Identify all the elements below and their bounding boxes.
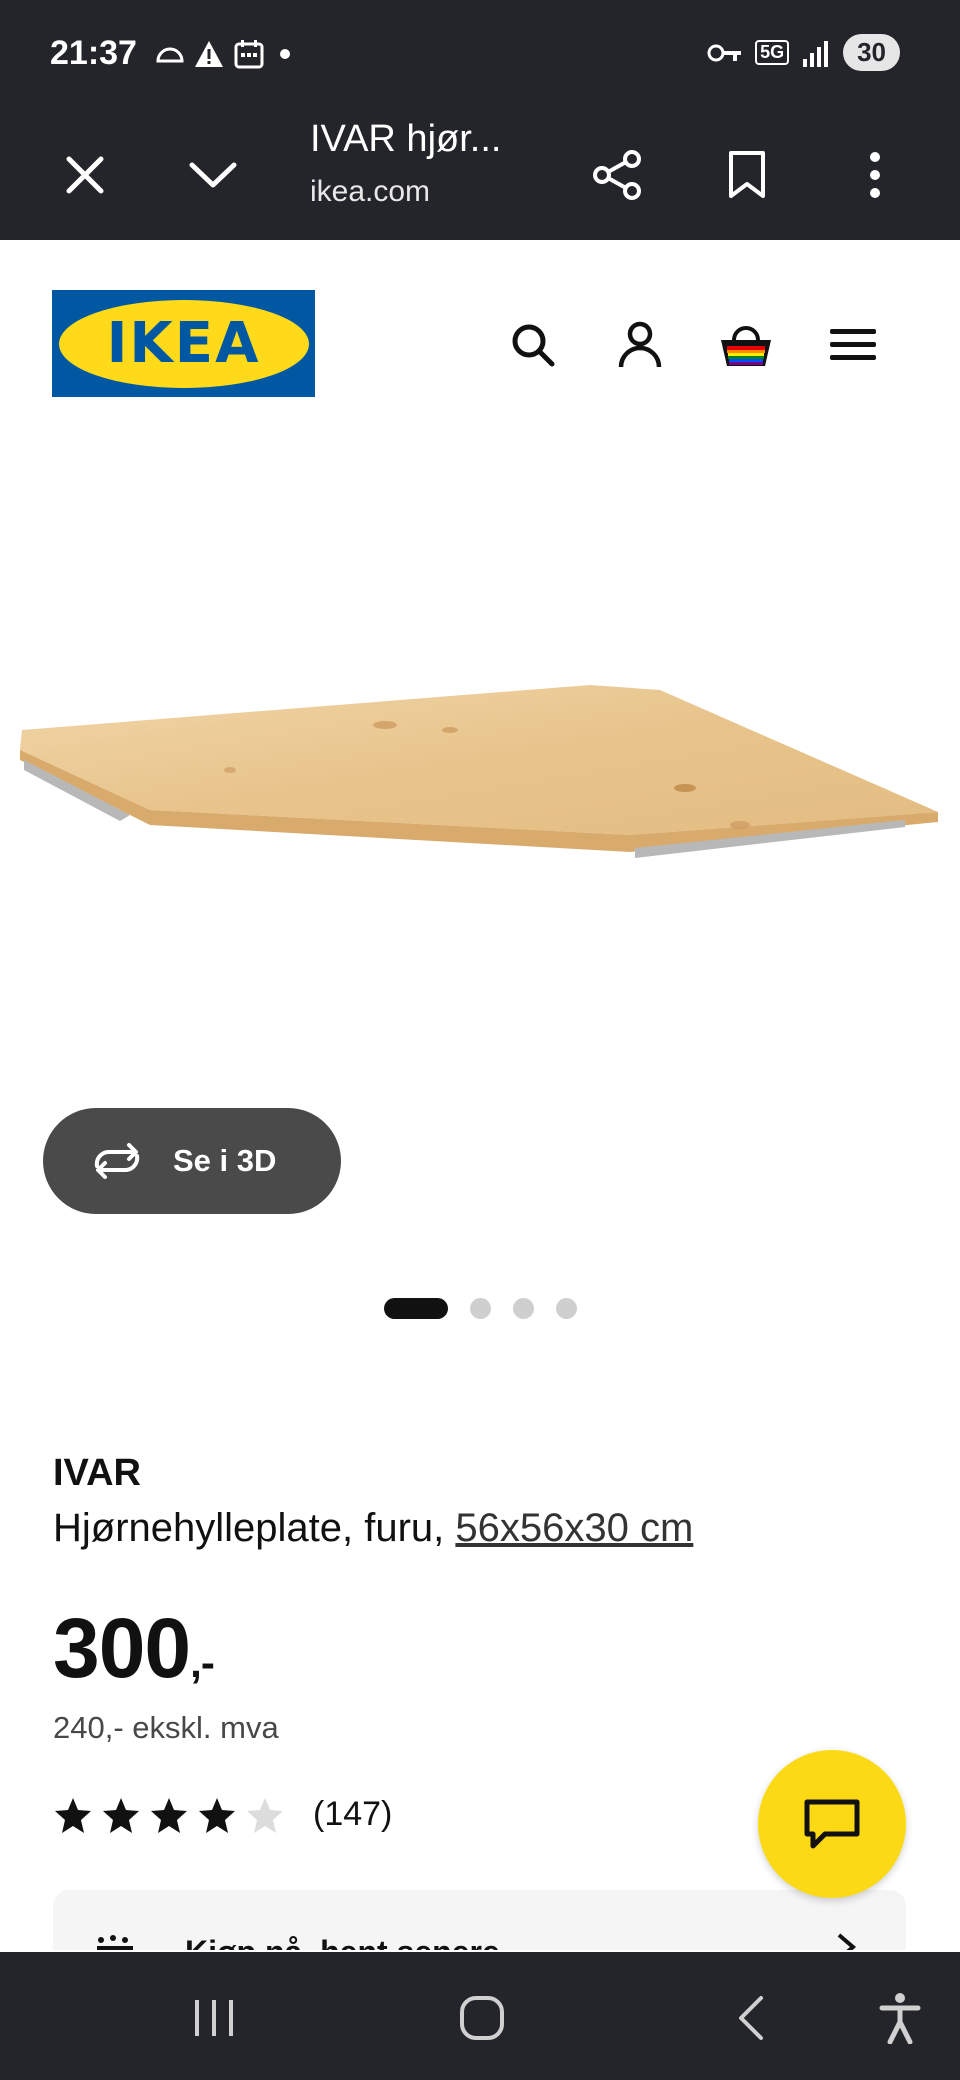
calendar-icon	[234, 40, 264, 69]
gallery-dot-2[interactable]	[470, 1298, 491, 1319]
star-filled-icon	[103, 1797, 139, 1833]
recent-apps-icon	[195, 2000, 233, 2036]
network-type: 5G	[755, 40, 790, 65]
account-button[interactable]	[610, 315, 670, 375]
home-icon	[460, 1996, 504, 2040]
accessibility-button[interactable]	[868, 1986, 932, 2050]
back-button[interactable]	[718, 1986, 782, 2050]
chat-bubble-icon	[804, 1799, 860, 1849]
product-dimensions-link[interactable]: 56x56x30 cm	[455, 1506, 693, 1550]
close-tab-button[interactable]	[50, 140, 120, 210]
gallery-dot-3[interactable]	[513, 1298, 534, 1319]
corner-shelf-illustration	[20, 685, 938, 858]
status-notification-icons	[155, 38, 293, 70]
chevron-down-icon	[189, 162, 237, 188]
user-icon	[618, 321, 662, 368]
bookmark-icon	[729, 151, 765, 198]
warning-icon	[195, 41, 223, 67]
status-right-icons: 5G 30	[707, 34, 900, 71]
rotate-3d-icon	[94, 1143, 140, 1179]
star-filled-icon	[199, 1797, 235, 1833]
menu-button[interactable]	[823, 315, 883, 375]
gallery-dot-4[interactable]	[556, 1298, 577, 1319]
product-type: Hjørnehylleplate, furu,	[53, 1506, 456, 1550]
price-suffix: ,-	[190, 1639, 215, 1686]
star-filled-icon	[151, 1797, 187, 1833]
status-bar: 21:37 5G 30	[0, 0, 960, 110]
system-navigation-bar	[0, 1952, 960, 2080]
product-price: 300,-	[53, 1600, 215, 1697]
page-url[interactable]: ikea.com	[310, 175, 430, 209]
dot-icon	[280, 49, 290, 59]
product-rating[interactable]: (147)	[53, 1795, 392, 1834]
gallery-dot-1[interactable]	[384, 1298, 448, 1319]
search-icon	[512, 324, 555, 367]
review-count: (147)	[313, 1795, 393, 1833]
back-icon	[739, 1996, 763, 2040]
chat-button[interactable]	[758, 1750, 906, 1898]
logo-oval: IKEA	[58, 299, 309, 388]
cloud-icon	[156, 47, 184, 63]
page-title[interactable]: IVAR hjør...	[310, 118, 501, 161]
minimize-button[interactable]	[178, 140, 248, 210]
view-3d-label: Se i 3D	[173, 1143, 277, 1178]
home-button[interactable]	[450, 1986, 514, 2050]
signal-icon	[803, 40, 829, 67]
product-image[interactable]	[0, 660, 960, 890]
accessibility-icon	[879, 1993, 921, 2044]
star-empty-icon	[247, 1797, 283, 1833]
logo-text: IKEA	[106, 311, 261, 376]
search-button[interactable]	[503, 315, 563, 375]
cart-basket-icon	[721, 326, 771, 366]
product-name: IVAR	[53, 1452, 141, 1494]
gallery-pagination	[384, 1298, 577, 1319]
view-3d-button[interactable]: Se i 3D	[43, 1108, 341, 1214]
battery-indicator: 30	[843, 34, 900, 71]
share-button[interactable]	[583, 140, 653, 210]
share-icon	[593, 150, 641, 200]
store-pickup-icon	[97, 1935, 133, 1950]
click-and-collect-card[interactable]: Kjøp nå, hent senere	[53, 1890, 906, 1950]
click-and-collect-label: Kjøp nå, hent senere	[185, 1934, 500, 1950]
ikea-logo[interactable]: IKEA	[52, 290, 315, 397]
bookmark-button[interactable]	[712, 140, 782, 210]
close-icon	[66, 156, 104, 194]
status-time: 21:37	[50, 34, 137, 72]
cart-button[interactable]	[716, 315, 776, 375]
star-filled-icon	[55, 1797, 91, 1833]
product-description: Hjørnehylleplate, furu, 56x56x30 cm	[53, 1506, 693, 1551]
chevron-right-icon	[837, 1933, 857, 1950]
recent-apps-button[interactable]	[182, 1986, 246, 2050]
price-excluding-vat: 240,- ekskl. mva	[53, 1710, 279, 1745]
vpn-key-icon	[707, 44, 742, 61]
more-options-button[interactable]	[840, 140, 910, 210]
price-value: 300	[53, 1601, 191, 1695]
hamburger-menu-icon	[830, 329, 876, 360]
more-vertical-icon	[870, 152, 880, 198]
